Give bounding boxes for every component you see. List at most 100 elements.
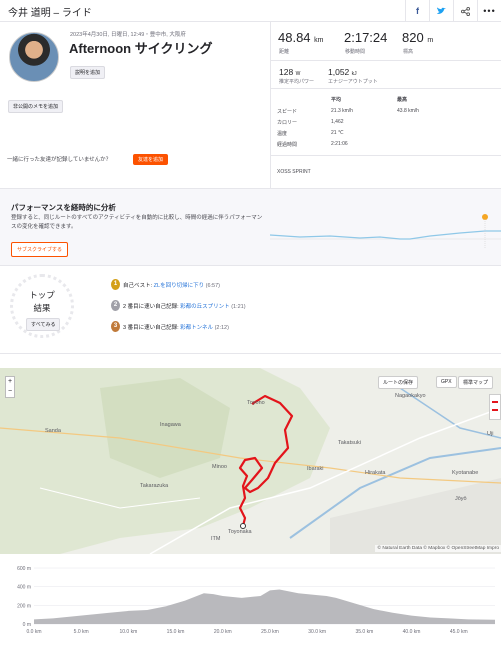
row-label: 経過時間: [277, 142, 298, 148]
activity-date: 2023年4月30日, 日曜日, 12:49・豊中市, 大阪府: [70, 32, 186, 38]
map-label: Hirakata: [365, 470, 386, 476]
zoom-in-icon[interactable]: +: [6, 377, 14, 387]
medal-silver-icon: 2: [111, 300, 120, 311]
stat-power-label: 推定平均パワー: [279, 79, 315, 85]
map-label: Jōyō: [455, 496, 467, 502]
achievement-prefix: 3 番目に速い自己記録:: [123, 325, 181, 331]
row-label: 温度: [277, 131, 288, 137]
divider: [271, 60, 501, 61]
activity-title: Afternoon サイクリング: [69, 41, 213, 56]
route-map[interactable]: Toyono Nagaokakyo Inagawa Sanda Takatsuk…: [0, 368, 501, 554]
stats-panel: 48.84 km 距離 2:17:24 移動時間 820 m 標高 128 W …: [270, 22, 501, 188]
divider: [271, 155, 501, 156]
performance-desc: 登録すると、同じルートのすべてのアクティビティを自動的に比較し、時間の経過に伴う…: [11, 215, 263, 230]
save-route-button[interactable]: ルートの保存: [378, 376, 419, 389]
map-label: Takatsuki: [338, 440, 361, 446]
gpx-button[interactable]: GPX: [436, 376, 457, 388]
x-tick-label: 20.0 km: [214, 629, 232, 635]
stat-elevation-label: 標高: [403, 49, 414, 55]
stat-moving-time: 2:17:24: [344, 30, 388, 45]
map-layer-toggle[interactable]: [489, 394, 501, 420]
medal-gold-icon: 1: [111, 279, 120, 290]
row-avg: 2:21:06: [331, 141, 348, 147]
x-tick-label: 15.0 km: [167, 629, 185, 635]
activity-header: 今井 道明 – ライド f •••: [0, 0, 501, 22]
row-avg: 1,462: [331, 119, 344, 125]
activity-summary: 2023年4月30日, 日曜日, 12:49・豊中市, 大阪府 Afternoo…: [0, 22, 270, 188]
achievement-item: 2 番目に速い自己記録: 彩都の丘スプリント (1:21): [123, 302, 246, 310]
achievement-time: (2:12): [214, 325, 229, 331]
map-label: Ibaraki: [307, 466, 324, 472]
y-tick-label: 600 m: [17, 566, 31, 572]
row-avg: 21.3 km/h: [331, 108, 353, 114]
add-private-note-button[interactable]: 非公開のメモを追加: [8, 100, 64, 113]
x-tick-label: 0.0 km: [26, 629, 41, 635]
map-label: Takarazuka: [140, 483, 169, 489]
map-label: ITM: [211, 536, 221, 542]
share-icon[interactable]: [453, 0, 477, 22]
add-description-button[interactable]: 説明を追加: [70, 66, 106, 79]
table-header-avg: 平均: [331, 97, 342, 103]
achievement-time: (6:57): [205, 283, 220, 289]
x-tick-label: 30.0 km: [308, 629, 326, 635]
see-all-button[interactable]: すべてみる: [26, 318, 61, 331]
row-max: 43.8 km/h: [397, 108, 419, 114]
map-terrain: [0, 368, 501, 554]
zoom-out-icon[interactable]: −: [6, 387, 14, 397]
stat-moving-time-label: 移動時間: [345, 49, 366, 55]
map-label: Toyono: [247, 400, 265, 406]
x-tick-label: 25.0 km: [261, 629, 279, 635]
segment-link[interactable]: ZLを回り切帰に下り: [154, 283, 204, 289]
map-label: Minoo: [212, 464, 227, 470]
map-label: Inagawa: [160, 422, 181, 428]
map-label: Sanda: [45, 428, 61, 434]
x-tick-label: 10.0 km: [119, 629, 137, 635]
map-style-button[interactable]: 標準マップ: [458, 376, 494, 389]
row-avg: 21 ℃: [331, 130, 344, 136]
achievement-item: 3 番目に速い自己記録: 彩都トンネル (2:12): [123, 323, 229, 331]
avatar[interactable]: [9, 32, 59, 82]
device-name: XOSS SPRINT: [277, 169, 311, 175]
y-tick-label: 0 m: [23, 622, 31, 628]
stat-distance: 48.84 km: [278, 30, 324, 45]
x-tick-label: 5.0 km: [74, 629, 89, 635]
achievement-prefix: 自己ベスト:: [123, 283, 154, 289]
add-friend-button[interactable]: 友達を追加: [133, 154, 169, 165]
stat-power: 128 W: [279, 67, 301, 77]
medal-bronze-icon: 3: [111, 321, 120, 332]
page-title: 今井 道明 – ライド: [8, 8, 92, 19]
achievement-time: (1:21): [231, 304, 246, 310]
map-attribution[interactable]: © Natural Earth Data © Mapbox © OpenStre…: [375, 545, 501, 552]
segment-link[interactable]: 彩都の丘スプリント: [180, 304, 230, 310]
performance-trend-graph: [270, 214, 501, 249]
performance-upsell: パフォーマンスを経時的に分析 登録すると、同じルートのすべてのアクティビティを自…: [0, 188, 501, 266]
row-label: カロリー: [277, 120, 298, 126]
top-results-title: 結果: [33, 303, 51, 313]
zoom-control[interactable]: + −: [5, 376, 15, 398]
elevation-profile: 600 m 400 m 200 m 0 m 0.0 km 5.0 km 10.0 km 15.…: [0, 560, 501, 640]
achievement-item: 自己ベスト: ZLを回り切帰に下り (6:57): [123, 281, 220, 289]
divider: [271, 88, 501, 89]
x-tick-label: 40.0 km: [403, 629, 421, 635]
segment-link[interactable]: 彩都トンネル: [180, 325, 213, 331]
y-tick-label: 400 m: [17, 585, 31, 591]
x-tick-label: 45.0 km: [450, 629, 468, 635]
twitter-icon[interactable]: [429, 0, 453, 22]
map-label: Nagaokakyo: [395, 393, 426, 399]
stat-energy: 1,052 kJ: [328, 67, 357, 77]
stat-elevation: 820 m: [402, 30, 434, 45]
table-header-max: 最高: [397, 97, 408, 103]
x-tick-label: 35.0 km: [355, 629, 373, 635]
stat-energy-label: エナジーアウトプット: [328, 79, 378, 85]
achievement-prefix: 2 番目に速い自己記録:: [123, 304, 181, 310]
stat-distance-label: 距離: [279, 49, 290, 55]
elevation-area: [34, 589, 495, 624]
subscribe-button[interactable]: サブスクライブする: [11, 242, 69, 257]
top-results-title: トップ: [29, 290, 55, 300]
map-label: Uji: [487, 431, 494, 437]
top-results: トップ 結果 すべてみる 1 自己ベスト: ZLを回り切帰に下り (6:57) …: [0, 266, 501, 354]
more-icon[interactable]: •••: [477, 0, 501, 22]
row-label: スピード: [277, 109, 298, 115]
facebook-icon[interactable]: f: [405, 0, 429, 22]
map-label: Kyotanabe: [452, 470, 479, 476]
